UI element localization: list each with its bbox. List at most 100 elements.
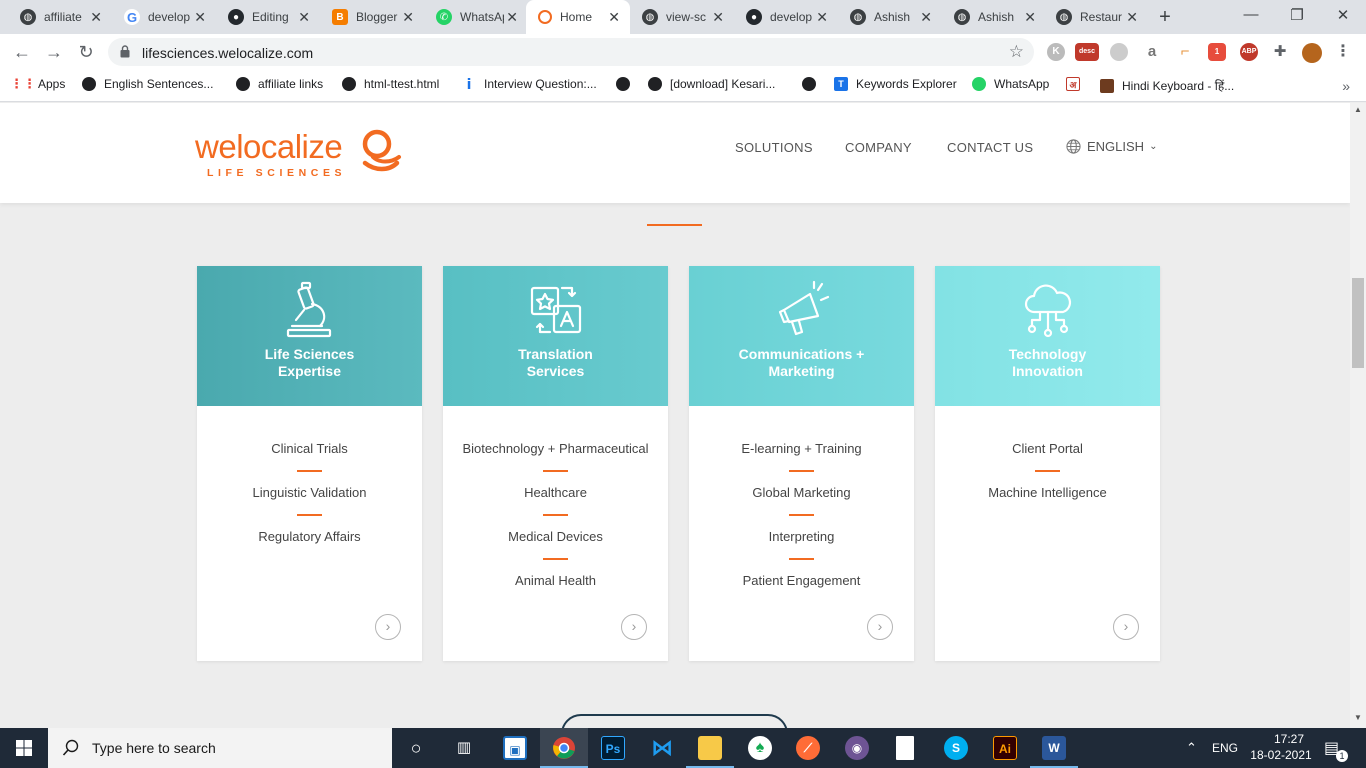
scroll-down-icon[interactable]: ▼ (1354, 713, 1362, 722)
address-bar[interactable]: lifesciences.welocalize.com ☆ (108, 38, 1034, 66)
close-icon[interactable]: ✕ (816, 9, 828, 25)
close-icon[interactable]: ✕ (1024, 9, 1036, 25)
extension-hammer-icon[interactable]: ⌐ (1176, 43, 1194, 61)
outlined-pill-button[interactable] (561, 714, 788, 728)
list-item[interactable]: Patient Engagement (689, 573, 914, 617)
chevron-right-icon[interactable]: › (375, 614, 401, 640)
profile-avatar[interactable] (1302, 43, 1322, 63)
bookmark-apps[interactable]: ⋮⋮ Apps (10, 76, 65, 91)
close-icon[interactable]: ✕ (194, 9, 206, 25)
windows-start-icon[interactable] (0, 728, 48, 768)
language-selector[interactable]: ENGLISH ⌄ (1066, 139, 1157, 154)
list-item[interactable]: E-learning + Training (689, 441, 914, 485)
bookmark-star-icon[interactable]: ☆ (1009, 42, 1024, 62)
chevron-right-icon[interactable]: › (867, 614, 893, 640)
list-item[interactable]: Machine Intelligence (935, 485, 1160, 529)
close-icon[interactable]: ✕ (1126, 9, 1138, 25)
chrome-icon[interactable] (552, 736, 576, 760)
bookmark-item[interactable]: [download] Kesari... (648, 77, 775, 91)
tab-active[interactable]: Home ✕ (526, 0, 630, 34)
tab[interactable]: ◍ view-sc ✕ (630, 0, 734, 34)
nav-company[interactable]: COMPANY (845, 140, 912, 155)
close-window-button[interactable]: ✕ (1320, 6, 1366, 24)
list-item[interactable]: Healthcare (443, 485, 668, 529)
close-icon[interactable]: ✕ (402, 9, 414, 25)
task-view-icon[interactable]: ▥ (452, 736, 476, 760)
extension-badge-icon[interactable]: 1 (1208, 43, 1226, 61)
list-item[interactable]: Animal Health (443, 573, 668, 617)
list-item[interactable]: Regulatory Affairs (197, 529, 422, 573)
bookmark-item[interactable] (616, 77, 638, 91)
reload-button[interactable]: ↻ (74, 40, 98, 64)
close-icon[interactable]: ✕ (506, 9, 518, 25)
page-scrollbar[interactable]: ▲ ▼ (1350, 103, 1366, 728)
new-tab-button[interactable]: + (1154, 6, 1176, 28)
tab[interactable]: ◍ Ashish ✕ (942, 0, 1046, 34)
bookmark-item[interactable]: अ (1066, 77, 1088, 91)
list-item[interactable]: Interpreting (689, 529, 914, 573)
tab[interactable]: ◍ affiliate ✕ (8, 0, 112, 34)
github-desktop-icon[interactable]: ◉ (845, 736, 869, 760)
mongodb-icon[interactable]: ♠ (748, 736, 772, 760)
clock-date[interactable]: 18-02-2021 (1248, 748, 1314, 768)
tab[interactable]: ● Editing ✕ (216, 0, 320, 34)
extension-k-icon[interactable]: K (1047, 43, 1065, 61)
card-communications-marketing[interactable]: Communications + Marketing E-learning + T… (689, 266, 914, 661)
bookmark-item[interactable]: affiliate links (236, 77, 323, 91)
bookmark-item[interactable]: ⅰ Interview Question:... (462, 76, 597, 92)
bookmark-item[interactable]: Hindi Keyboard - हिं... (1100, 77, 1234, 94)
cortana-icon[interactable]: ○ (404, 736, 428, 760)
extensions-puzzle-icon[interactable]: ✚ (1271, 43, 1289, 61)
list-item[interactable]: Medical Devices (443, 529, 668, 573)
extension-grey-icon[interactable] (1110, 43, 1128, 61)
postman-icon[interactable]: ⟋ (796, 736, 820, 760)
close-icon[interactable]: ✕ (90, 9, 102, 25)
skype-icon[interactable]: S (944, 736, 968, 760)
welocalize-logo[interactable]: welocalize LIFE SCIENCES (195, 127, 405, 187)
tab[interactable]: G develop ✕ (112, 0, 216, 34)
list-item[interactable]: Linguistic Validation (197, 485, 422, 529)
taskbar-search[interactable]: Type here to search (48, 728, 392, 768)
list-item[interactable]: Global Marketing (689, 485, 914, 529)
list-item[interactable]: Clinical Trials (197, 441, 422, 485)
desc-extension-icon[interactable]: desc (1075, 43, 1099, 61)
bookmark-item[interactable]: English Sentences... (82, 77, 213, 91)
card-life-sciences-expertise[interactable]: Life Sciences Expertise Clinical Trials L… (197, 266, 422, 661)
chevron-right-icon[interactable]: › (1113, 614, 1139, 640)
card-translation-services[interactable]: Translation Services Biotechnology + Phar… (443, 266, 668, 661)
illustrator-icon[interactable]: Ai (993, 736, 1017, 760)
restore-button[interactable]: ❐ (1274, 6, 1320, 24)
menu-kebab-icon[interactable]: ⋮ (1334, 43, 1352, 61)
scroll-up-icon[interactable]: ▲ (1354, 105, 1362, 114)
photoshop-icon[interactable]: Ps (601, 736, 625, 760)
scrollbar-thumb[interactable] (1352, 278, 1364, 368)
close-icon[interactable]: ✕ (712, 9, 724, 25)
back-button[interactable]: ← (10, 40, 34, 64)
nav-contact-us[interactable]: CONTACT US (947, 140, 1033, 155)
tab[interactable]: B Blogger ✕ (320, 0, 424, 34)
bookmark-item[interactable]: html-ttest.html (342, 77, 439, 91)
close-icon[interactable]: ✕ (608, 9, 620, 25)
card-technology-innovation[interactable]: Technology Innovation Client Portal Machi… (935, 266, 1160, 661)
tab[interactable]: ◍ Ashish ✕ (838, 0, 942, 34)
adblock-plus-icon[interactable]: ABP (1240, 43, 1258, 61)
chevron-right-icon[interactable]: › (621, 614, 647, 640)
bookmark-item[interactable]: WhatsApp (972, 77, 1049, 91)
bookmarks-overflow-icon[interactable]: » (1342, 78, 1350, 94)
virtual-desktop-icon[interactable]: ▣ (503, 736, 527, 760)
close-icon[interactable]: ✕ (298, 9, 310, 25)
tray-chevron-up-icon[interactable]: ⌃ (1186, 740, 1197, 768)
file-explorer-icon[interactable] (698, 736, 722, 760)
tab[interactable]: ◍ Restaur ✕ (1044, 0, 1148, 34)
bookmark-item[interactable]: T Keywords Explorer (834, 77, 957, 91)
tab[interactable]: ● develop ✕ (734, 0, 838, 34)
notepad-icon[interactable] (896, 736, 914, 760)
vscode-icon[interactable]: ⋈ (650, 736, 674, 760)
nav-solutions[interactable]: SOLUTIONS (735, 140, 813, 155)
minimize-button[interactable]: — (1228, 6, 1274, 23)
extension-a-icon[interactable]: a (1143, 43, 1161, 61)
list-item[interactable]: Biotechnology + Pharmaceutical (443, 441, 668, 485)
close-icon[interactable]: ✕ (920, 9, 932, 25)
tab[interactable]: ✆ WhatsApp ✕ (424, 0, 528, 34)
input-language[interactable]: ENG (1212, 741, 1238, 768)
